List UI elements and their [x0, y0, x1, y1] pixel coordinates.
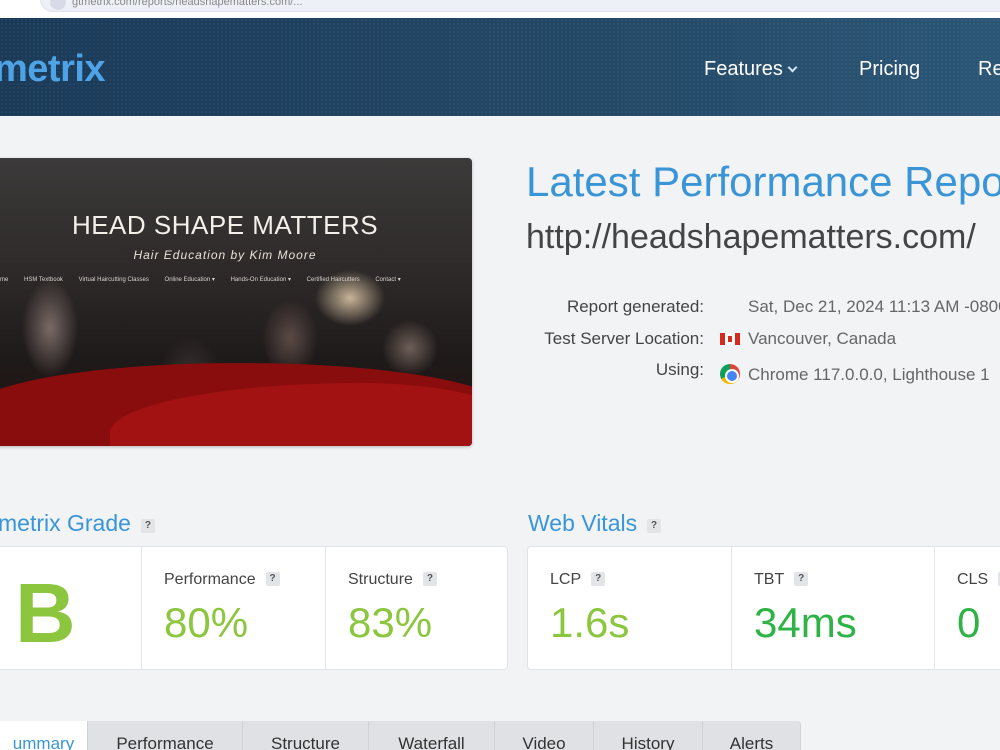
screenshot-site-subtitle: Hair Education by Kim Moore [133, 248, 317, 262]
lcp-help-icon[interactable]: ? [591, 572, 606, 586]
tbt-help-icon[interactable]: ? [794, 572, 809, 586]
report-url[interactable]: http://headshapematters.com/ [526, 218, 976, 257]
chevron-down-icon [787, 62, 798, 73]
grade-cell: B [0, 547, 141, 669]
vitals-title-text: Web Vitals [528, 510, 638, 536]
screenshot-menu-item: HSM Textbook [24, 277, 63, 283]
screenshot-menu-item: Certified Haircutters [306, 277, 360, 283]
report-generated-value: Sat, Dec 21, 2024 11:13 AM -0800 [748, 297, 1000, 316]
cls-label: CLS? [957, 571, 1000, 589]
nav-features[interactable]: Features [704, 58, 798, 81]
screenshot-menu-item: Contact ▾ [375, 277, 401, 283]
vitals-help-icon[interactable]: ? [647, 519, 662, 533]
grade-help-icon[interactable]: ? [140, 519, 155, 533]
structure-help-icon[interactable]: ? [422, 572, 437, 586]
browser-address-bar: gtmetrix.com/reports/headshapematters.co… [0, 0, 1000, 18]
canada-flag-icon [720, 333, 740, 345]
tab-structure[interactable]: Structure [243, 721, 369, 750]
tbt-cell: TBT? 34ms [731, 547, 934, 669]
address-text[interactable]: gtmetrix.com/reports/headshapematters.co… [72, 0, 302, 8]
tbt-label: TBT? [754, 571, 809, 589]
report-generated-label: Report generated: [566, 297, 704, 316]
tab-video[interactable]: Video [495, 721, 594, 750]
performance-value: 80% [164, 599, 249, 646]
tab-alerts[interactable]: Alerts [703, 721, 801, 750]
performance-label-text: Performance [164, 571, 256, 588]
vitals-section-title: Web Vitals? [528, 510, 662, 537]
vitals-card: LCP? 1.6s TBT? 34ms CLS? 0 [527, 546, 1000, 670]
tab-summary[interactable]: ummary [0, 721, 88, 750]
page-screenshot: HEAD SHAPE MATTERS Hair Education by Kim… [0, 158, 472, 446]
screenshot-site-menu: me HSM Textbook Virtual Haircutting Clas… [0, 276, 415, 283]
structure-value: 83% [348, 599, 433, 646]
using-value: Chrome 117.0.0.0, Lighthouse 1 [720, 360, 990, 385]
site-header: metrix Features Pricing Re [0, 18, 1000, 116]
lcp-label: LCP? [550, 571, 606, 589]
screenshot-menu-item: Hands-On Education ▾ [230, 277, 291, 283]
grade-section-title: metrix Grade? [0, 510, 155, 537]
tab-waterfall[interactable]: Waterfall [369, 721, 495, 750]
tab-history[interactable]: History [594, 721, 703, 750]
gtmetrix-logo[interactable]: metrix [0, 48, 106, 91]
screenshot-site-title: HEAD SHAPE MATTERS [71, 210, 379, 240]
nav-resources[interactable]: Re [978, 58, 1000, 81]
screenshot-menu-item: me [0, 277, 9, 283]
cls-value: 0 [957, 599, 981, 646]
grade-letter: B [15, 566, 76, 660]
performance-label: Performance? [164, 571, 280, 589]
chrome-icon [720, 364, 740, 384]
performance-cell: Performance? 80% [141, 547, 325, 669]
grade-title-text: metrix Grade [0, 510, 131, 536]
cls-cell: CLS? 0 [934, 547, 1000, 669]
screenshot-menu-item: Online Education ▾ [164, 277, 215, 283]
using-text: Chrome 117.0.0.0, Lighthouse 1 [748, 365, 990, 384]
structure-cell: Structure? 83% [325, 547, 509, 669]
cls-label-text: CLS [957, 571, 989, 588]
test-location-label: Test Server Location: [544, 329, 704, 348]
nav-features-label: Features [704, 58, 783, 80]
test-location-text: Vancouver, Canada [748, 329, 897, 348]
using-label: Using: [655, 360, 704, 379]
tab-performance[interactable]: Performance [88, 721, 243, 750]
grade-card: B Performance? 80% Structure? 83% [0, 546, 508, 670]
tbt-value: 34ms [754, 599, 857, 646]
lcp-cell: LCP? 1.6s [528, 547, 731, 669]
structure-label: Structure? [348, 571, 437, 589]
tbt-label-text: TBT [754, 571, 785, 588]
screenshot-menu-item: Virtual Haircutting Classes [78, 277, 149, 283]
performance-help-icon[interactable]: ? [265, 572, 280, 586]
test-location-value: Vancouver, Canada [720, 329, 896, 349]
nav-pricing[interactable]: Pricing [859, 58, 920, 81]
lcp-label-text: LCP [550, 571, 582, 588]
report-title: Latest Performance Repo [526, 158, 1000, 205]
lcp-value: 1.6s [550, 599, 630, 646]
structure-label-text: Structure [348, 571, 413, 588]
